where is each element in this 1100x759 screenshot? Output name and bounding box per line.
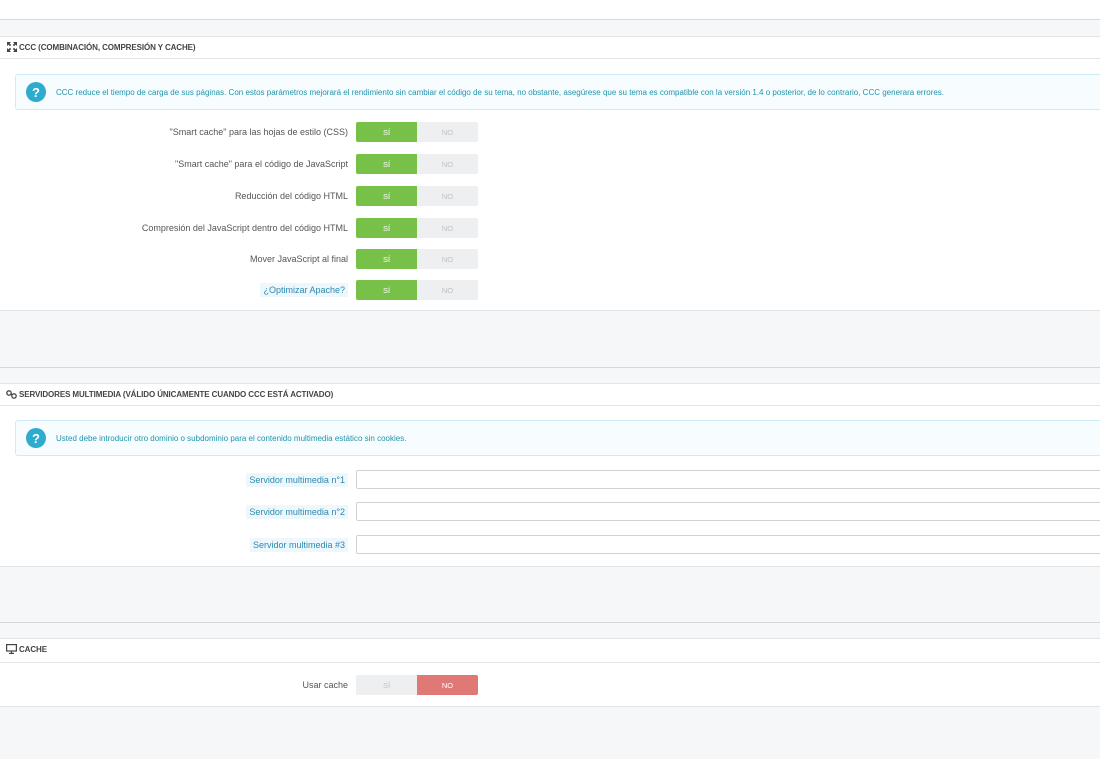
media-panel-title: SERVIDORES MULTIMEDIA (VÁLIDO ÚNICAMENTE…: [19, 389, 334, 399]
yes-no-switch[interactable]: SÍ NO: [356, 154, 478, 174]
divider: [0, 58, 1100, 59]
setting-label-text: "Smart cache" para las hojas de estilo (…: [169, 127, 348, 137]
setting-label-text: Compresión del JavaScript dentro del cód…: [141, 223, 348, 233]
switch-yes-option[interactable]: SÍ: [356, 122, 417, 142]
use-cache-switch[interactable]: SÍ NO: [356, 675, 478, 695]
switch-yes-option[interactable]: SÍ: [356, 249, 417, 269]
yes-no-switch[interactable]: SÍ NO: [356, 186, 478, 206]
divider: [0, 19, 1100, 20]
media-panel-header: SERVIDORES MULTIMEDIA (VÁLIDO ÚNICAMENTE…: [0, 383, 1100, 405]
setting-label-text: "Smart cache" para el código de JavaScri…: [175, 159, 348, 169]
setting-label: Mover JavaScript al final: [8, 254, 348, 264]
ccc-info-text: CCC reduce el tiempo de carga de sus pág…: [56, 87, 945, 97]
media-info-alert: ? Usted debe introducir otro dominio o s…: [15, 420, 1100, 456]
setting-label-text[interactable]: ¿Optimizar Apache?: [260, 283, 348, 297]
setting-label: "Smart cache" para el código de JavaScri…: [8, 159, 348, 169]
switch-no-option[interactable]: NO: [417, 218, 478, 238]
arrows-compress-icon: [6, 42, 17, 53]
ccc-info-alert: ? CCC reduce el tiempo de carga de sus p…: [15, 74, 1100, 110]
yes-no-switch[interactable]: SÍ NO: [356, 249, 478, 269]
yes-no-switch[interactable]: SÍ NO: [356, 280, 478, 300]
media-server-label-text[interactable]: Servidor multimedia n°1: [246, 473, 348, 487]
media-server-label-text[interactable]: Servidor multimedia #3: [249, 538, 348, 552]
cache-panel-header: CACHE: [0, 638, 1100, 660]
switch-yes-option[interactable]: SÍ: [356, 218, 417, 238]
media-server-input[interactable]: [356, 535, 1100, 554]
switch-yes-option[interactable]: SÍ: [356, 675, 417, 695]
switch-no-option[interactable]: NO: [417, 186, 478, 206]
divider: [0, 662, 1100, 663]
setting-label-text: Mover JavaScript al final: [249, 254, 348, 264]
top-panel-remnant: [0, 0, 1100, 19]
media-server-input[interactable]: [356, 470, 1100, 489]
setting-label: "Smart cache" para las hojas de estilo (…: [8, 127, 348, 137]
divider: [0, 566, 1100, 567]
ccc-panel-header: CCC (COMBINACIÓN, COMPRESIÓN Y CACHE): [0, 36, 1100, 58]
question-icon: ?: [26, 428, 46, 448]
media-info-text: Usted debe introducir otro dominio o sub…: [56, 433, 407, 443]
setting-label: Compresión del JavaScript dentro del cód…: [8, 223, 348, 233]
switch-no-option[interactable]: NO: [417, 280, 478, 300]
media-server-label: Servidor multimedia n°1: [8, 473, 348, 487]
setting-label: Reducción del código HTML: [8, 191, 348, 201]
link-icon: [6, 389, 17, 400]
yes-no-switch[interactable]: SÍ NO: [356, 218, 478, 238]
divider: [0, 405, 1100, 406]
switch-no-option[interactable]: NO: [417, 249, 478, 269]
switch-no-option[interactable]: NO: [417, 154, 478, 174]
media-server-label: Servidor multimedia n°2: [8, 505, 348, 519]
setting-label: ¿Optimizar Apache?: [8, 283, 348, 297]
use-cache-label: Usar cache: [302, 680, 348, 690]
media-server-input[interactable]: [356, 502, 1100, 521]
divider: [0, 310, 1100, 311]
switch-no-option[interactable]: NO: [417, 675, 478, 695]
setting-label-text: Reducción del código HTML: [234, 191, 348, 201]
media-server-label: Servidor multimedia #3: [8, 538, 348, 552]
divider: [0, 706, 1100, 707]
monitor-icon: [6, 644, 17, 655]
divider: [0, 622, 1100, 623]
divider: [0, 367, 1100, 368]
question-icon: ?: [26, 82, 46, 102]
switch-yes-option[interactable]: SÍ: [356, 154, 417, 174]
switch-no-option[interactable]: NO: [417, 122, 478, 142]
yes-no-switch[interactable]: SÍ NO: [356, 122, 478, 142]
switch-yes-option[interactable]: SÍ: [356, 280, 417, 300]
cache-panel-title: CACHE: [19, 644, 47, 654]
media-server-label-text[interactable]: Servidor multimedia n°2: [246, 505, 348, 519]
switch-yes-option[interactable]: SÍ: [356, 186, 417, 206]
ccc-panel-title: CCC (COMBINACIÓN, COMPRESIÓN Y CACHE): [19, 42, 196, 52]
